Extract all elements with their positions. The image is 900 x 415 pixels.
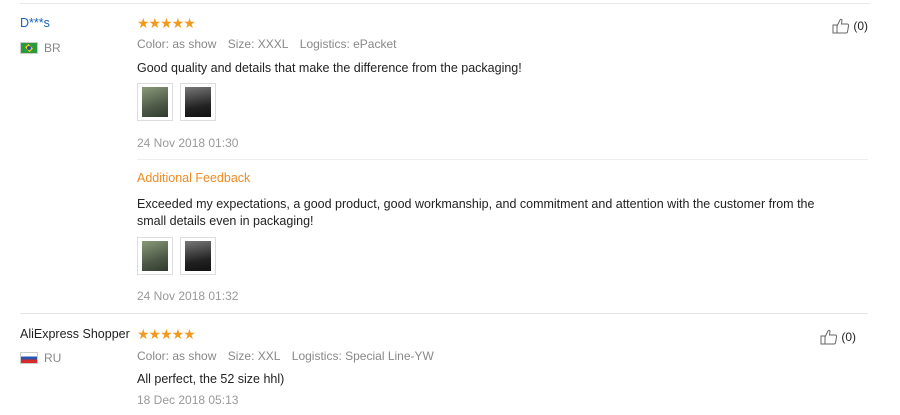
thumbs-up-icon xyxy=(820,329,838,345)
flag-ru-icon xyxy=(20,352,38,364)
helpful-count: (0) xyxy=(853,19,868,33)
review-divider xyxy=(137,159,868,160)
meta-color: Color: as show xyxy=(137,349,217,363)
review-item: D***s BR ★★★★★ Color: as show Size: XXXL… xyxy=(0,3,900,313)
review-meta: Color: as show Size: XXXL Logistics: ePa… xyxy=(137,37,404,51)
additional-feedback-text: Exceeded my expectations, a good product… xyxy=(137,197,815,228)
review-text: Good quality and details that make the d… xyxy=(137,61,522,75)
meta-size: Size: XXXL xyxy=(227,37,289,51)
meta-logistics: Logistics: ePacket xyxy=(299,37,397,51)
thumbs-up-icon xyxy=(832,18,850,34)
review-text: All perfect, the 52 size hhl) xyxy=(137,372,285,386)
review-photo-thumbnail[interactable] xyxy=(137,83,173,121)
additional-feedback-label: Additional Feedback xyxy=(137,171,251,185)
review-date: 24 Nov 2018 01:30 xyxy=(137,136,239,150)
country-code: BR xyxy=(44,41,61,55)
helpful-button[interactable]: (0) xyxy=(832,18,868,34)
meta-logistics: Logistics: Special Line-YW xyxy=(291,349,434,363)
reviewer-name: AliExpress Shopper xyxy=(20,327,130,341)
review-photo-thumbnail[interactable] xyxy=(180,237,216,275)
reviewer-name[interactable]: D***s xyxy=(20,16,50,30)
review-meta: Color: as show Size: XXL Logistics: Spec… xyxy=(137,349,442,363)
review-date: 18 Dec 2018 05:13 xyxy=(137,393,239,407)
review-photo-thumbnail[interactable] xyxy=(180,83,216,121)
additional-feedback-date: 24 Nov 2018 01:32 xyxy=(137,289,239,303)
review-photo-thumbnail[interactable] xyxy=(137,237,173,275)
star-rating: ★★★★★ xyxy=(137,326,196,342)
helpful-button[interactable]: (0) xyxy=(820,329,856,345)
star-rating: ★★★★★ xyxy=(137,15,196,31)
country-code: RU xyxy=(44,351,62,365)
helpful-count: (0) xyxy=(841,330,856,344)
meta-size: Size: XXL xyxy=(227,349,281,363)
meta-color: Color: as show xyxy=(137,37,217,51)
reviewer-country: RU xyxy=(20,351,61,365)
review-item: AliExpress Shopper RU ★★★★★ Color: as sh… xyxy=(20,313,868,415)
flag-br-icon xyxy=(20,42,38,54)
reviewer-country: BR xyxy=(20,41,61,55)
